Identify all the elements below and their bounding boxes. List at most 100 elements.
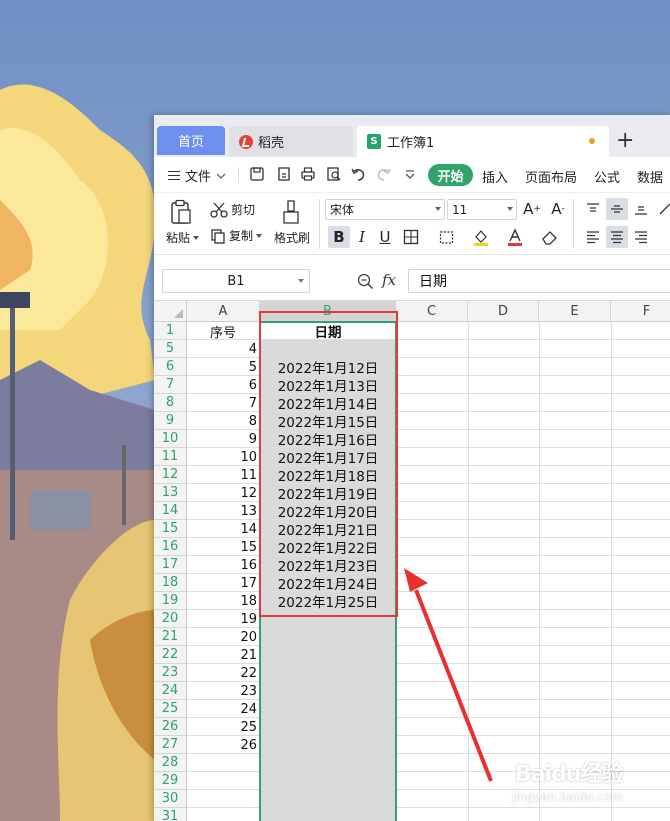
cell-a[interactable]: 6: [187, 376, 259, 394]
orientation-icon[interactable]: [654, 198, 670, 220]
print-preview-icon[interactable]: [326, 166, 342, 182]
cell-a[interactable]: 8: [187, 412, 259, 430]
font-size-select[interactable]: 11: [447, 199, 517, 220]
column-header-a[interactable]: A: [187, 301, 260, 322]
cell-a[interactable]: 17: [187, 574, 259, 592]
row-header[interactable]: 10: [154, 430, 187, 448]
cell-a[interactable]: 22: [187, 664, 259, 682]
cell-a[interactable]: [187, 808, 259, 821]
redo-icon[interactable]: [376, 166, 392, 182]
row-header[interactable]: 13: [154, 484, 187, 502]
tab-formulas[interactable]: 公式: [594, 167, 620, 186]
cell-a[interactable]: 15: [187, 538, 259, 556]
format-painter-button[interactable]: 格式刷: [274, 229, 310, 246]
row-header[interactable]: 1: [154, 322, 187, 340]
cut-button[interactable]: 剪切: [210, 201, 255, 218]
column-header-f[interactable]: F: [611, 301, 670, 322]
paste-button[interactable]: 粘贴: [166, 229, 200, 246]
row-header[interactable]: 15: [154, 520, 187, 538]
align-left-icon[interactable]: [582, 226, 604, 248]
undo-icon[interactable]: [350, 166, 366, 182]
cell-a[interactable]: 26: [187, 736, 259, 754]
row-header[interactable]: 24: [154, 682, 187, 700]
cell-a[interactable]: 16: [187, 556, 259, 574]
font-color-icon[interactable]: [504, 226, 526, 248]
spreadsheet-grid[interactable]: A B C D E F 1 序号 日期 5 4 6 5 2022年1月12日 7 6 2022年1月…: [154, 301, 670, 821]
copy-button[interactable]: 复制: [210, 227, 263, 244]
bold-button[interactable]: B: [328, 226, 350, 248]
paste-icon[interactable]: [170, 199, 192, 225]
row-header[interactable]: 25: [154, 700, 187, 718]
fx-icon[interactable]: fx: [382, 271, 396, 289]
cell-a[interactable]: 序号: [187, 322, 259, 341]
column-header-c[interactable]: C: [396, 301, 468, 322]
cell-a[interactable]: [187, 772, 259, 790]
name-box[interactable]: B1: [162, 269, 310, 293]
tab-daoke[interactable]: 稻壳: [229, 126, 353, 157]
row-header[interactable]: 7: [154, 376, 187, 394]
print-icon[interactable]: [300, 166, 316, 182]
cell-a[interactable]: 7: [187, 394, 259, 412]
row-header[interactable]: 17: [154, 556, 187, 574]
row-header[interactable]: 26: [154, 718, 187, 736]
increase-font-icon[interactable]: A +: [521, 198, 543, 220]
row-header[interactable]: 23: [154, 664, 187, 682]
row-header[interactable]: 29: [154, 772, 187, 790]
cell-a[interactable]: 21: [187, 646, 259, 664]
cell-a[interactable]: 4: [187, 340, 259, 358]
cell-a[interactable]: 5: [187, 358, 259, 376]
tab-data[interactable]: 数据: [637, 167, 663, 186]
row-header[interactable]: 11: [154, 448, 187, 466]
row-header[interactable]: 14: [154, 502, 187, 520]
row-header[interactable]: 16: [154, 538, 187, 556]
zoom-icon[interactable]: [357, 273, 374, 290]
align-center-icon[interactable]: [606, 226, 628, 248]
row-header[interactable]: 30: [154, 790, 187, 808]
row-header[interactable]: 20: [154, 610, 187, 628]
formula-input[interactable]: 日期: [408, 269, 670, 293]
column-header-d[interactable]: D: [468, 301, 539, 322]
cell-a[interactable]: 25: [187, 718, 259, 736]
cell-a[interactable]: 12: [187, 484, 259, 502]
new-tab-plus-icon[interactable]: +: [616, 128, 634, 154]
tab-page-layout[interactable]: 页面布局: [525, 167, 577, 186]
cell-a[interactable]: 20: [187, 628, 259, 646]
italic-button[interactable]: I: [351, 226, 373, 248]
eraser-icon[interactable]: [539, 226, 561, 248]
align-middle-icon[interactable]: [606, 198, 628, 220]
file-menu[interactable]: 文件: [168, 166, 226, 185]
align-top-icon[interactable]: [582, 198, 604, 220]
cell-a[interactable]: 19: [187, 610, 259, 628]
tab-home[interactable]: 首页: [157, 126, 225, 155]
cell-a[interactable]: 10: [187, 448, 259, 466]
row-header[interactable]: 27: [154, 736, 187, 754]
cell-a[interactable]: 11: [187, 466, 259, 484]
align-bottom-icon[interactable]: [630, 198, 652, 220]
tab-insert[interactable]: 插入: [482, 167, 508, 186]
select-all-corner[interactable]: [154, 301, 187, 322]
cell-a[interactable]: [187, 790, 259, 808]
cell-a[interactable]: [187, 754, 259, 772]
borders-icon[interactable]: [400, 226, 422, 248]
format-painter-icon[interactable]: [281, 199, 301, 225]
cell-a[interactable]: 18: [187, 592, 259, 610]
row-header[interactable]: 21: [154, 628, 187, 646]
cell-a[interactable]: 23: [187, 682, 259, 700]
cell-style-icon[interactable]: [436, 226, 458, 248]
save-icon[interactable]: [249, 166, 265, 182]
row-header[interactable]: 6: [154, 358, 187, 376]
row-header[interactable]: 19: [154, 592, 187, 610]
row-header[interactable]: 18: [154, 574, 187, 592]
cell-a[interactable]: 13: [187, 502, 259, 520]
row-header[interactable]: 5: [154, 340, 187, 358]
row-header[interactable]: 9: [154, 412, 187, 430]
row-header[interactable]: 31: [154, 808, 187, 821]
cell-a[interactable]: 24: [187, 700, 259, 718]
tab-start[interactable]: 开始: [428, 164, 473, 186]
row-header[interactable]: 22: [154, 646, 187, 664]
decrease-font-icon[interactable]: A-: [547, 198, 569, 220]
row-header[interactable]: 28: [154, 754, 187, 772]
row-header[interactable]: 8: [154, 394, 187, 412]
font-name-select[interactable]: 宋体: [325, 199, 445, 220]
tab-workbook[interactable]: S 工作簿1: [357, 126, 609, 157]
